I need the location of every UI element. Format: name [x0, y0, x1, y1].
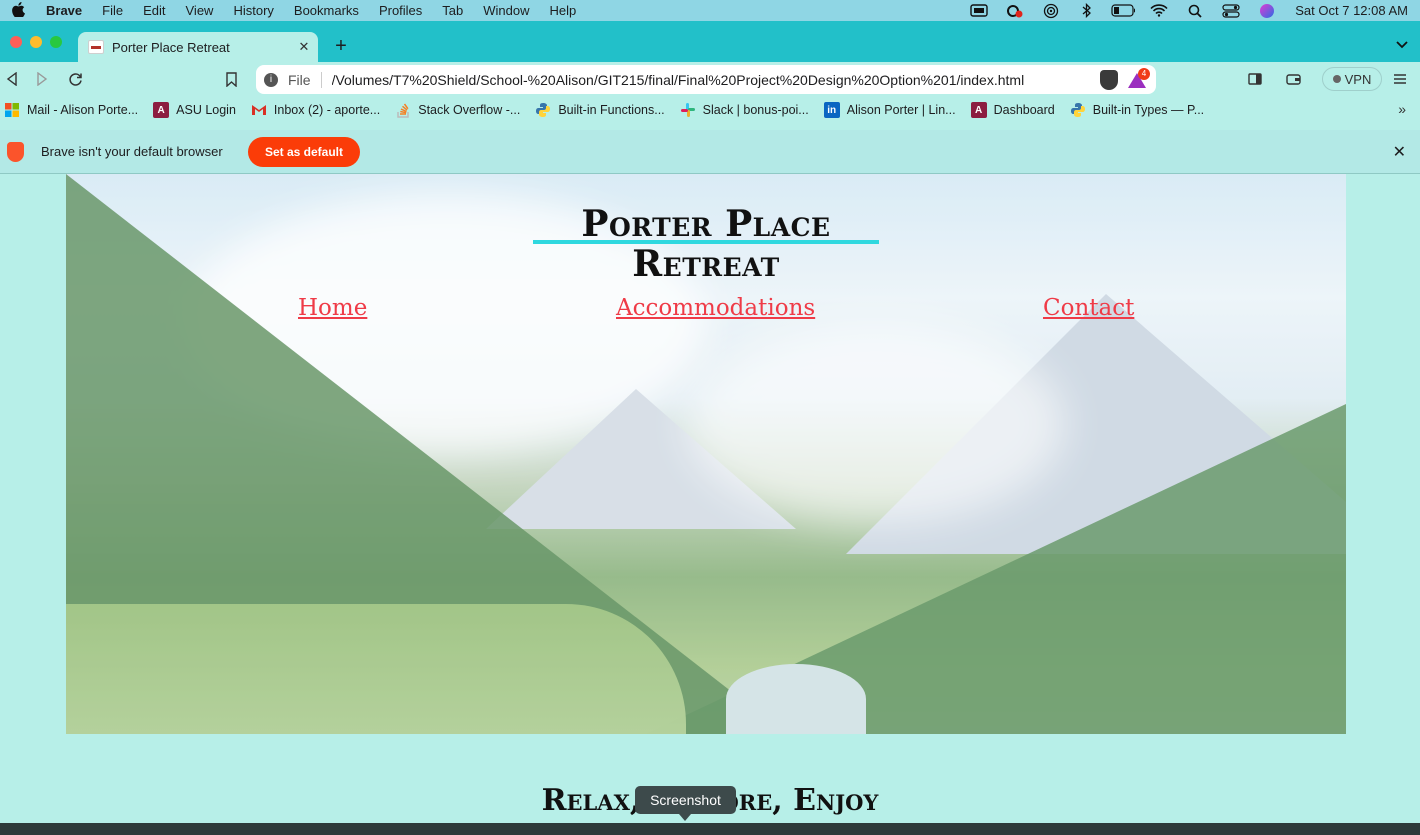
vpn-status-icon [1332, 75, 1341, 83]
dock-edge [0, 823, 1420, 835]
bookmark-label: Alison Porter | Lin... [846, 103, 956, 117]
menu-file[interactable]: File [92, 0, 133, 21]
screen-mirror-icon[interactable] [967, 4, 991, 18]
screenshot-tooltip: Screenshot [635, 786, 736, 821]
siri-icon[interactable] [1255, 3, 1279, 18]
control-center-icon[interactable] [1219, 3, 1243, 18]
bookmark-label: ASU Login [176, 103, 236, 117]
bookmark-page-button[interactable] [222, 69, 240, 89]
bookmark-slack[interactable]: Slack | bonus-poi... [680, 102, 809, 118]
new-tab-button[interactable]: + [330, 33, 352, 59]
bluetooth-icon[interactable] [1075, 3, 1099, 18]
python-icon [1070, 102, 1086, 118]
wifi-icon[interactable] [1147, 4, 1171, 18]
bookmark-label: Mail - Alison Porte... [27, 103, 139, 117]
forward-button[interactable] [35, 69, 49, 89]
bookmarks-bar: Mail - Alison Porte... A ASU Login Inbox… [0, 96, 1420, 124]
bookmark-label: Built-in Functions... [558, 103, 665, 117]
bookmark-linkedin[interactable]: in Alison Porter | Lin... [823, 102, 956, 118]
site-title: Porter Place Retreat [581, 203, 831, 285]
wallet-icon[interactable] [1284, 69, 1302, 89]
python-icon [535, 102, 551, 118]
reload-button[interactable] [66, 69, 84, 89]
bookmark-asu-login[interactable]: A ASU Login [153, 102, 236, 118]
bookmark-python-types[interactable]: Built-in Types — P... [1070, 102, 1204, 118]
spotlight-icon[interactable] [1183, 4, 1207, 18]
apple-icon[interactable] [0, 1, 36, 20]
menu-bookmarks[interactable]: Bookmarks [284, 0, 369, 21]
main-menu-icon[interactable] [1391, 69, 1409, 89]
linkedin-icon: in [823, 102, 840, 118]
menu-clock[interactable]: Sat Oct 7 12:08 AM [1285, 3, 1420, 18]
battery-icon[interactable] [1111, 4, 1136, 18]
vpn-button[interactable]: VPN [1322, 67, 1382, 91]
bookmark-label: Inbox (2) - aporte... [273, 103, 381, 117]
infobar-close-icon[interactable]: ✕ [1393, 142, 1406, 162]
macos-menu-bar: Brave File Edit View History Bookmarks P… [0, 0, 1420, 21]
site-title-underline [533, 240, 879, 244]
menu-tab[interactable]: Tab [432, 0, 473, 21]
menu-view[interactable]: View [176, 0, 224, 21]
bookmark-gmail[interactable]: Inbox (2) - aporte... [251, 102, 380, 118]
url-text[interactable]: /Volumes/T7%20Shield/School-%20Alison/GI… [332, 72, 1092, 88]
bookmark-label: Slack | bonus-poi... [702, 103, 809, 117]
bookmark-mail[interactable]: Mail - Alison Porte... [4, 102, 138, 118]
menu-profiles[interactable]: Profiles [369, 0, 432, 21]
tab-favicon [88, 40, 104, 54]
tab-list-chevron-icon[interactable] [1396, 36, 1408, 52]
site-info-icon[interactable]: i [264, 72, 278, 87]
tab-porter-place-retreat[interactable]: Porter Place Retreat ✕ [78, 32, 318, 62]
nav-link-home[interactable]: Home [298, 294, 367, 322]
vpn-label: VPN [1344, 71, 1372, 87]
back-button[interactable] [4, 69, 18, 89]
menu-edit[interactable]: Edit [133, 0, 175, 21]
microsoft-icon [4, 102, 20, 118]
brave-lion-icon [7, 142, 24, 162]
bookmarks-overflow-button[interactable]: » [1398, 101, 1406, 117]
infobar-message: Brave isn't your default browser [41, 144, 223, 159]
tab-close-icon[interactable]: ✕ [294, 39, 314, 55]
bookmark-label: Built-in Types — P... [1092, 103, 1205, 117]
brave-shields-icon[interactable] [1100, 69, 1118, 90]
nav-link-accommodations[interactable]: Accommodations [616, 294, 815, 322]
window-close-button[interactable] [10, 36, 22, 48]
asu-icon: A [970, 102, 987, 118]
bookmark-label: Stack Overflow -... [418, 103, 521, 117]
nav-link-contact[interactable]: Contact [1043, 294, 1134, 322]
slack-icon [680, 102, 696, 118]
menu-extras: Sat Oct 7 12:08 AM [961, 0, 1420, 21]
url-scheme-label: File [288, 71, 322, 88]
asu-icon: A [153, 102, 170, 118]
bookmark-dashboard[interactable]: A Dashboard [970, 102, 1055, 118]
creative-cloud-icon[interactable] [1003, 4, 1027, 18]
airdrop-icon[interactable] [1039, 3, 1063, 18]
address-bar[interactable]: i File /Volumes/T7%20Shield/School-%20Al… [256, 65, 1156, 94]
window-zoom-button[interactable] [50, 36, 62, 48]
bookmark-python-functions[interactable]: Built-in Functions... [535, 102, 665, 118]
gmail-icon [251, 102, 267, 118]
menu-app-brave[interactable]: Brave [36, 0, 92, 21]
menu-help[interactable]: Help [540, 0, 587, 21]
set-as-default-button[interactable]: Set as default [248, 137, 360, 167]
rewards-badge: 4 [1138, 67, 1150, 80]
bookmark-label: Dashboard [993, 103, 1055, 117]
brave-rewards-icon[interactable]: 4 [1126, 67, 1150, 90]
stackoverflow-icon [395, 102, 411, 118]
bookmark-stack-overflow[interactable]: Stack Overflow -... [395, 102, 520, 118]
sidebar-toggle-icon[interactable] [1246, 69, 1264, 89]
menu-history[interactable]: History [223, 0, 283, 21]
menu-window[interactable]: Window [473, 0, 539, 21]
window-minimize-button[interactable] [30, 36, 42, 48]
browser-toolbar: i File /Volumes/T7%20Shield/School-%20Al… [0, 62, 1420, 96]
tab-title: Porter Place Retreat [112, 39, 230, 55]
default-browser-infobar: Brave isn't your default browser Set as … [0, 130, 1420, 174]
